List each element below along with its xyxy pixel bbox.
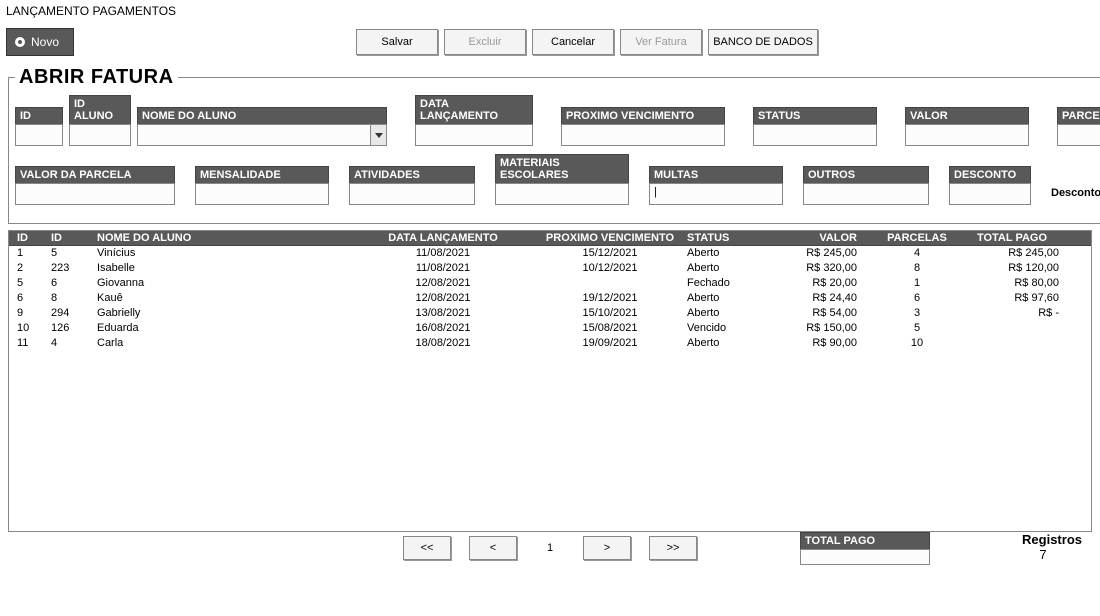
chevron-down-icon <box>370 125 386 145</box>
materiais-input[interactable] <box>495 183 629 205</box>
pager: << < 1 > >> <box>403 536 697 560</box>
col-nome: NOME DO ALUNO <box>93 231 349 245</box>
desconto-pct-label: Desconto % <box>1051 187 1100 205</box>
abrir-fatura-frame: ABRIR FATURA ID ID ALUNO NOME DO ALUNO D… <box>8 66 1100 224</box>
prox-venc-label: PROXIMO VENCIMENTO <box>561 107 725 124</box>
ver-fatura-button[interactable]: Ver Fatura <box>620 29 702 55</box>
materiais-label: MATERIAIS ESCOLARES <box>495 154 629 183</box>
salvar-button[interactable]: Salvar <box>356 29 438 55</box>
footer: << < 1 > >> TOTAL PAGO Registros 7 <box>0 532 1100 564</box>
col-prox: PROXIMO VENCIMENTO <box>537 231 683 245</box>
nome-aluno-label: NOME DO ALUNO <box>137 107 387 124</box>
page-number: 1 <box>535 542 565 554</box>
outros-input[interactable] <box>803 183 929 205</box>
prev-page-button[interactable]: < <box>469 536 517 560</box>
valor-parcela-input[interactable] <box>15 183 175 205</box>
multas-input[interactable]: | <box>649 183 783 205</box>
banco-dados-button[interactable]: BANCO DE DADOS <box>708 29 818 55</box>
table-row[interactable]: 56Giovanna12/08/2021FechadoR$ 20,001R$ 8… <box>9 276 1091 291</box>
valor-label: VALOR <box>905 107 1029 124</box>
col-total: TOTAL PAGO <box>961 231 1065 245</box>
id-input[interactable] <box>15 124 63 146</box>
desconto-input[interactable] <box>949 183 1031 205</box>
payments-grid[interactable]: ID ID NOME DO ALUNO DATA LANÇAMENTO PROX… <box>8 230 1092 532</box>
novo-button[interactable]: Novo <box>6 28 74 56</box>
grid-body: 15Vinícius11/08/202115/12/2021AbertoR$ 2… <box>9 246 1091 351</box>
parcelas-combo[interactable] <box>1057 124 1100 146</box>
parcelas-label: PARCELAS <box>1057 107 1100 124</box>
grid-header-row: ID ID NOME DO ALUNO DATA LANÇAMENTO PROX… <box>9 231 1091 246</box>
prox-venc-input[interactable] <box>561 124 725 146</box>
next-page-button[interactable]: > <box>583 536 631 560</box>
total-pago-label: TOTAL PAGO <box>800 532 930 549</box>
last-page-button[interactable]: >> <box>649 536 697 560</box>
status-input[interactable] <box>753 124 877 146</box>
mensalidade-input[interactable] <box>195 183 329 205</box>
valor-parcela-label: VALOR DA PARCELA <box>15 166 175 183</box>
id-aluno-label: ID ALUNO <box>69 95 131 124</box>
atividades-input[interactable] <box>349 183 475 205</box>
id-aluno-input[interactable] <box>69 124 131 146</box>
registros-value: 7 <box>1022 547 1082 562</box>
atividades-label: ATIVIDADES <box>349 166 475 183</box>
cancelar-button[interactable]: Cancelar <box>532 29 614 55</box>
mensalidade-label: MENSALIDADE <box>195 166 329 183</box>
col-valor: VALOR <box>773 231 873 245</box>
outros-label: OUTROS <box>803 166 929 183</box>
id-label: ID <box>15 107 63 124</box>
col-id1: ID <box>9 231 47 245</box>
table-row[interactable]: 10126Eduarda16/08/202115/08/2021VencidoR… <box>9 321 1091 336</box>
desconto-label: DESCONTO <box>949 166 1031 183</box>
table-row[interactable]: 9294Gabrielly13/08/202115/10/2021AbertoR… <box>9 306 1091 321</box>
data-lanc-input[interactable] <box>415 124 533 146</box>
col-data: DATA LANÇAMENTO <box>349 231 537 245</box>
table-row[interactable]: 15Vinícius11/08/202115/12/2021AbertoR$ 2… <box>9 246 1091 261</box>
col-status: STATUS <box>683 231 773 245</box>
data-lanc-label: DATA LANÇAMENTO <box>415 95 533 124</box>
multas-label: MULTAS <box>649 166 783 183</box>
novo-label: Novo <box>31 35 59 49</box>
frame-legend: ABRIR FATURA <box>15 66 178 89</box>
radio-icon <box>15 37 25 47</box>
first-page-button[interactable]: << <box>403 536 451 560</box>
col-id2: ID <box>47 231 93 245</box>
window-title: LANÇAMENTO PAGAMENTOS <box>0 0 1100 22</box>
nome-aluno-combo[interactable] <box>137 124 387 146</box>
registros-label: Registros <box>1022 532 1082 547</box>
table-row[interactable]: 68Kauê12/08/202119/12/2021AbertoR$ 24,40… <box>9 291 1091 306</box>
status-label: STATUS <box>753 107 877 124</box>
table-row[interactable]: 2223Isabelle11/08/202110/12/2021AbertoR$… <box>9 261 1091 276</box>
total-pago-value <box>800 549 930 565</box>
excluir-button[interactable]: Excluir <box>444 29 526 55</box>
table-row[interactable]: 114Carla18/08/202119/09/2021AbertoR$ 90,… <box>9 336 1091 351</box>
toolbar: Novo Salvar Excluir Cancelar Ver Fatura … <box>0 22 1100 62</box>
valor-input[interactable] <box>905 124 1029 146</box>
col-parcelas: PARCELAS <box>873 231 961 245</box>
